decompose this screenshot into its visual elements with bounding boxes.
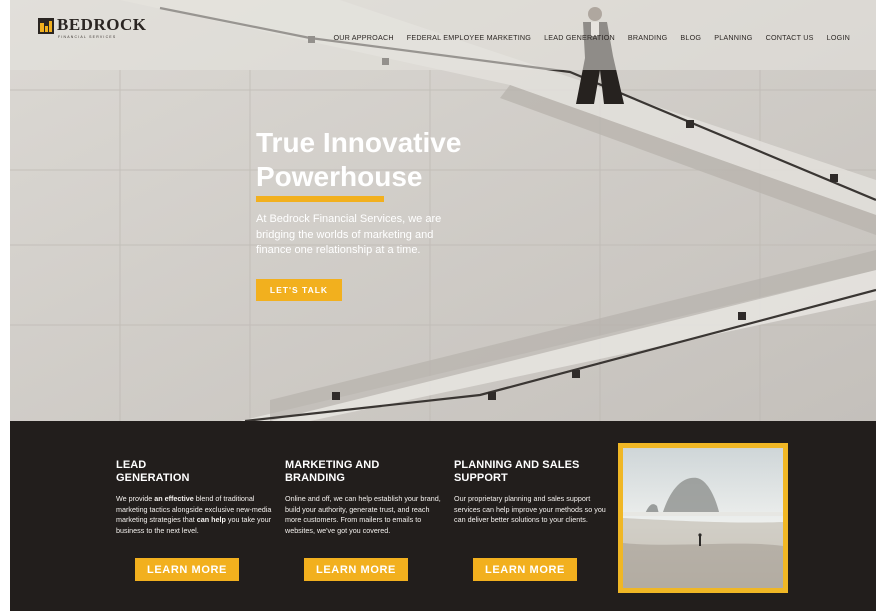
service-planning-sales: PLANNING AND SALES SUPPORT Our proprieta…	[454, 459, 614, 526]
service-title-line: SUPPORT	[454, 471, 508, 484]
nav-our-approach[interactable]: OUR APPROACH	[333, 33, 393, 42]
service-title-line: MARKETING AND	[285, 459, 380, 471]
services-section: LEAD GENERATION We provide an effective …	[10, 421, 876, 611]
building-logo-icon	[38, 18, 54, 34]
nav-blog[interactable]: BLOG	[680, 33, 701, 42]
beach-photo	[623, 448, 783, 588]
service-description: Our proprietary planning and sales suppo…	[454, 494, 606, 524]
hero-description: At Bedrock Financial Services, we are br…	[256, 213, 442, 256]
learn-more-lead-generation-button[interactable]: LEARN MORE	[135, 558, 239, 581]
nav-lead-generation[interactable]: LEAD GENERATION	[544, 33, 615, 42]
nav-planning[interactable]: PLANNING	[714, 33, 752, 42]
service-title: PLANNING AND SALES SUPPORT	[454, 459, 614, 487]
lets-talk-button[interactable]: LET'S TALK	[256, 279, 342, 301]
service-title-line: LEAD	[116, 459, 147, 471]
beach-photo-frame	[618, 443, 788, 593]
service-title-line: PLANNING AND SALES	[454, 459, 580, 471]
nav-login[interactable]: LOGIN	[827, 33, 850, 42]
brand-name: BEDROCK	[57, 15, 147, 34]
service-description: Online and off, we can help establish yo…	[285, 494, 441, 535]
service-marketing-branding: MARKETING AND BRANDING Online and off, w…	[285, 459, 445, 536]
hero-section: BEDROCK FINANCIAL SERVICES OUR APPROACH …	[10, 0, 876, 421]
service-description: We provide an effective blend of traditi…	[116, 494, 276, 536]
brand-logo[interactable]: BEDROCK FINANCIAL SERVICES	[38, 15, 147, 39]
learn-more-marketing-branding-button[interactable]: LEARN MORE	[304, 558, 408, 581]
service-title: MARKETING AND BRANDING	[285, 459, 445, 487]
service-text-bold: can help	[196, 515, 226, 524]
brand-tagline: FINANCIAL SERVICES	[58, 35, 117, 39]
service-text-bold: an effective	[154, 494, 194, 503]
service-text: We provide	[116, 494, 155, 503]
service-title-line: BRANDING	[285, 471, 346, 484]
hero-title: True Innovative Powerhouse	[256, 127, 462, 192]
service-lead-generation: LEAD GENERATION We provide an effective …	[116, 459, 276, 536]
service-title: LEAD GENERATION	[116, 459, 276, 487]
top-navigation-bar: BEDROCK FINANCIAL SERVICES OUR APPROACH …	[10, 0, 876, 70]
nav-federal-employee-marketing[interactable]: FEDERAL EMPLOYEE MARKETING	[407, 33, 531, 42]
nav-branding[interactable]: BRANDING	[628, 33, 668, 42]
page: BEDROCK FINANCIAL SERVICES OUR APPROACH …	[0, 0, 876, 611]
nav-contact-us[interactable]: CONTACT US	[766, 33, 814, 42]
learn-more-planning-sales-button[interactable]: LEARN MORE	[473, 558, 577, 581]
hero-accent-bar	[256, 196, 384, 202]
main-menu: OUR APPROACH FEDERAL EMPLOYEE MARKETING …	[320, 33, 850, 42]
service-title-line: GENERATION	[116, 471, 190, 484]
